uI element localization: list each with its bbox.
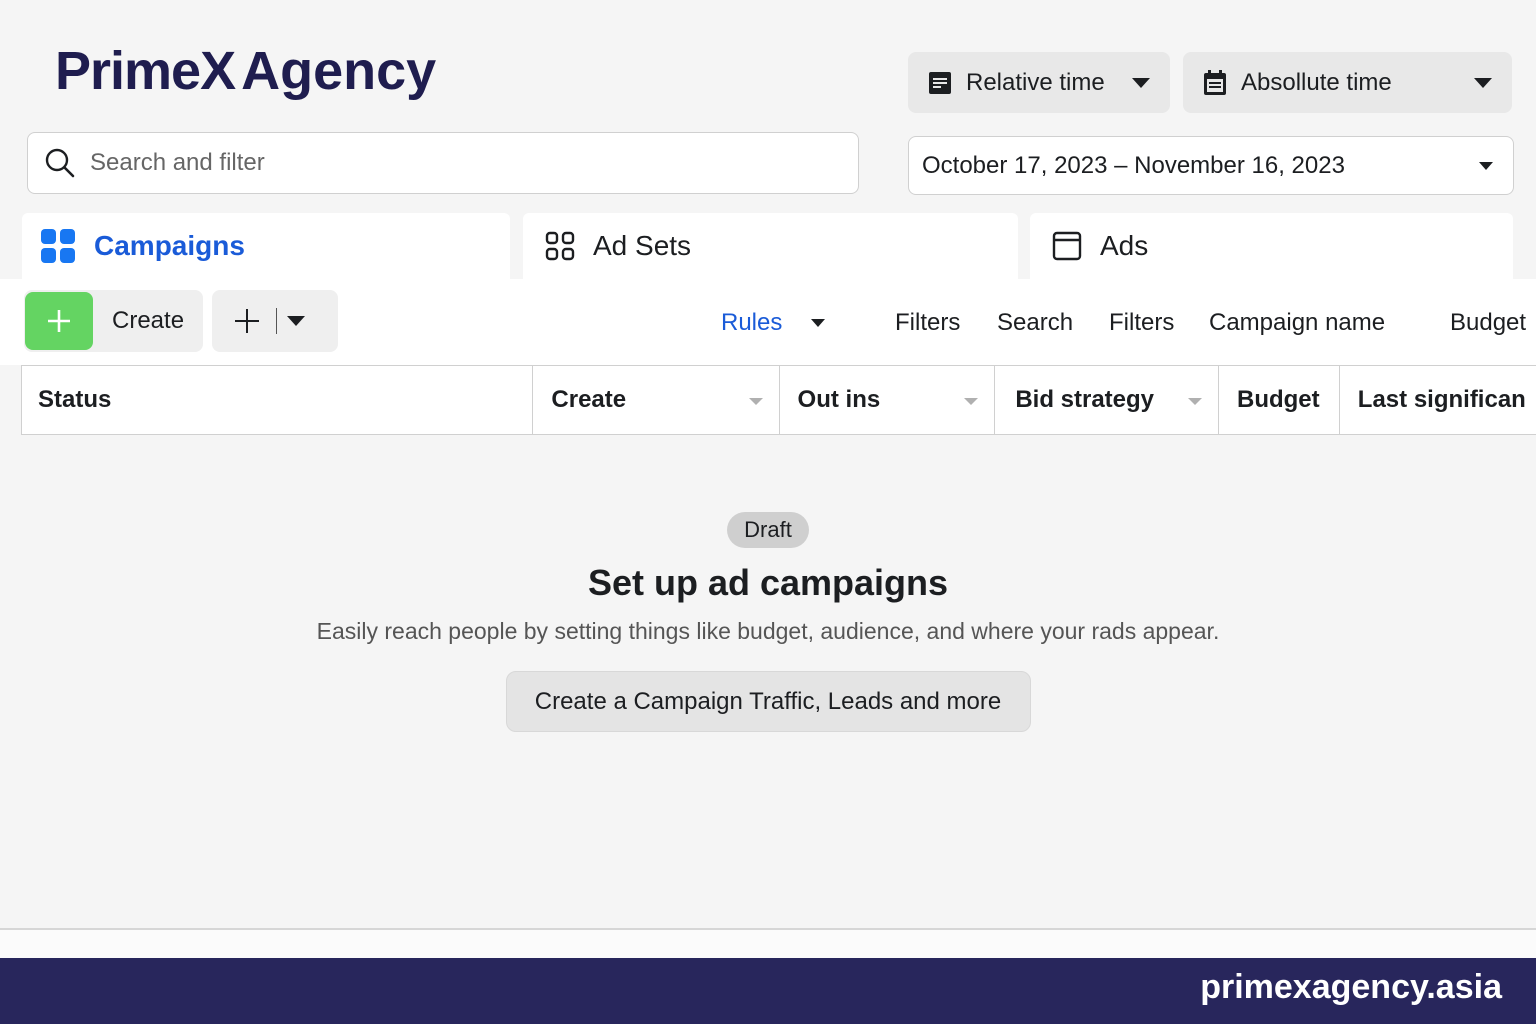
column-header-last-significant[interactable]: Last significan: [1340, 366, 1536, 434]
date-range-picker[interactable]: October 17, 2023 – November 16, 2023: [908, 136, 1514, 195]
brand-name: PrimeX: [55, 41, 236, 101]
divider: [276, 308, 277, 334]
brand-logo: PrimeX Agency: [55, 40, 436, 102]
tab-ad-sets-label: Ad Sets: [593, 230, 692, 261]
chevron-down-icon: [1474, 77, 1492, 88]
relative-time-label: Relative time: [966, 68, 1105, 96]
sort-caret-icon: [964, 398, 979, 405]
table-header: Status Create Out ins Bid strategy Budge…: [21, 365, 1536, 435]
empty-state-subtitle: Easily reach people by setting things li…: [316, 618, 1220, 644]
sort-caret-icon: [748, 398, 763, 405]
tab-ads[interactable]: Ads: [1030, 213, 1513, 279]
search-bar[interactable]: [27, 132, 859, 194]
date-range-label: October 17, 2023 – November 16, 2023: [922, 151, 1345, 179]
column-label: Last significan: [1357, 386, 1526, 413]
lower-panel: [0, 930, 1536, 958]
empty-state-title: Set up ad campaigns: [587, 562, 949, 603]
plus-icon: [25, 292, 93, 350]
add-options-button[interactable]: [212, 290, 338, 352]
budget-filter[interactable]: Budget: [1450, 309, 1526, 337]
column-header-budget[interactable]: Budget: [1219, 366, 1340, 434]
column-label: Create: [551, 386, 627, 413]
draft-badge: Draft: [727, 512, 809, 548]
tab-ad-sets[interactable]: Ad Sets: [523, 213, 1018, 279]
plus-icon: [235, 309, 259, 333]
chevron-down-icon[interactable]: [811, 319, 825, 327]
campaign-toolbar: Create Rules Filters Search Filters Camp…: [0, 279, 1536, 365]
footer-url: primexagency.asia: [1200, 968, 1502, 1006]
chevron-down-icon: [1479, 161, 1493, 170]
create-button[interactable]: Create: [24, 290, 203, 352]
column-header-status[interactable]: Status: [22, 366, 534, 434]
footer-banner: primexagency.asia: [0, 958, 1536, 1024]
absolute-time-label: Absollute time: [1241, 68, 1392, 96]
relative-time-dropdown[interactable]: Relative time: [908, 52, 1170, 113]
column-label: Out ins: [797, 386, 881, 413]
brand-suffix: Agency: [241, 41, 437, 101]
search-button[interactable]: Search: [997, 309, 1073, 337]
sort-caret-icon: [1187, 398, 1202, 405]
campaign-name-filter[interactable]: Campaign name: [1209, 309, 1385, 337]
tab-campaigns-label: Campaigns: [94, 230, 245, 261]
ad-sets-grid-icon: [545, 231, 575, 261]
search-input[interactable]: [90, 149, 790, 177]
chevron-down-icon: [287, 316, 305, 326]
column-header-bid-strategy[interactable]: Bid strategy: [995, 366, 1219, 434]
calendar-icon: [1204, 69, 1226, 95]
tab-campaigns[interactable]: Campaigns: [22, 213, 510, 279]
search-icon: [45, 148, 75, 178]
chevron-down-icon: [1132, 77, 1150, 88]
tab-ads-label: Ads: [1100, 230, 1149, 261]
absolute-time-dropdown[interactable]: Absollute time: [1183, 52, 1512, 113]
create-campaign-button[interactable]: Create a Campaign Traffic, Leads and mor…: [505, 671, 1031, 732]
create-button-label: Create: [112, 307, 185, 334]
column-header-out-ins[interactable]: Out ins: [780, 366, 996, 434]
column-label: Status: [38, 386, 112, 413]
column-label: Budget: [1236, 386, 1320, 413]
column-label: Bid strategy: [1015, 386, 1155, 413]
column-header-create[interactable]: Create: [533, 366, 780, 434]
ads-window-icon: [1052, 231, 1082, 261]
document-icon: [929, 71, 951, 94]
empty-state: Draft Set up ad campaigns Easily reach p…: [0, 512, 1536, 732]
filters-button[interactable]: Filters: [895, 309, 960, 337]
filters-button-secondary[interactable]: Filters: [1109, 309, 1174, 337]
rules-dropdown[interactable]: Rules: [721, 309, 782, 337]
campaigns-grid-icon: [41, 229, 75, 263]
